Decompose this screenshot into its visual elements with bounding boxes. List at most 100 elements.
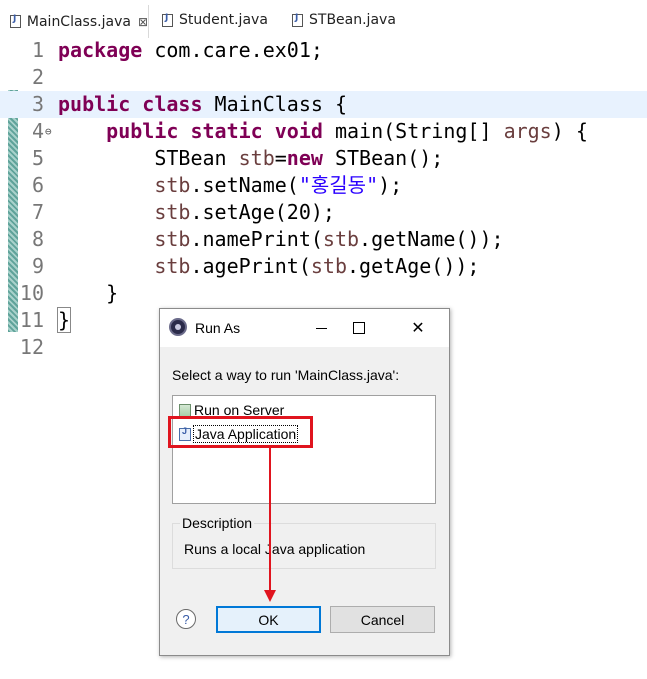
dialog-title: Run As bbox=[195, 320, 241, 336]
code-text: } bbox=[58, 280, 118, 307]
code-line[interactable]: 4 ⊖ public static void main(String[] args… bbox=[0, 118, 647, 145]
code-token: .setName( bbox=[190, 173, 299, 197]
maximize-icon bbox=[353, 322, 365, 334]
line-number: 3 bbox=[31, 92, 44, 116]
code-text: } bbox=[56, 307, 72, 334]
code-text: stb.agePrint(stb.getAge()); bbox=[58, 253, 479, 280]
code-token: } bbox=[58, 281, 119, 305]
code-line[interactable]: 5 STBean stb=new STBean(); bbox=[0, 145, 647, 172]
code-token: void bbox=[274, 119, 323, 143]
code-token: package bbox=[58, 38, 143, 62]
minimize-button[interactable] bbox=[308, 315, 334, 341]
tab-label: STBean.java bbox=[309, 12, 396, 28]
code-text: stb.setName("홍길동"); bbox=[58, 172, 402, 199]
code-line[interactable]: 2 bbox=[0, 64, 647, 91]
code-token: } bbox=[56, 307, 72, 333]
cancel-button[interactable]: Cancel bbox=[330, 606, 435, 633]
code-text: stb.setAge(20); bbox=[58, 199, 335, 226]
run-as-dialog: Run As ✕ Select a way to run 'MainClass.… bbox=[159, 308, 450, 656]
arrow-head-icon bbox=[264, 590, 276, 602]
code-token: main(String[] bbox=[322, 119, 504, 143]
code-token: STBean bbox=[58, 146, 239, 170]
code-token: stb bbox=[154, 227, 191, 251]
code-token: .getAge()); bbox=[347, 254, 480, 278]
line-number: 8 bbox=[31, 227, 44, 251]
code-token: ) { bbox=[551, 119, 588, 143]
line-number: 4 bbox=[31, 119, 44, 143]
code-token: stb bbox=[154, 173, 191, 197]
code-text: public static void main(String[] args) { bbox=[58, 118, 588, 145]
line-number: 6 bbox=[31, 173, 44, 197]
code-token: args bbox=[503, 119, 552, 143]
java-file-icon bbox=[10, 14, 21, 28]
code-token: stb bbox=[154, 200, 191, 224]
maximize-button[interactable] bbox=[346, 315, 372, 341]
help-icon[interactable]: ? bbox=[176, 609, 196, 629]
code-token: MainClass { bbox=[202, 92, 348, 116]
line-number: 9 bbox=[31, 254, 44, 278]
dialog-prompt: Select a way to run 'MainClass.java': bbox=[172, 367, 400, 383]
code-line[interactable]: 10 } bbox=[0, 280, 647, 307]
code-line[interactable]: 8 stb.namePrint(stb.getName()); bbox=[0, 226, 647, 253]
code-token: public bbox=[106, 119, 179, 143]
java-file-icon bbox=[292, 13, 303, 27]
code-line[interactable]: 6 stb.setName("홍길동"); bbox=[0, 172, 647, 199]
code-token: ); bbox=[378, 173, 403, 197]
close-tab-icon[interactable]: ⊠ bbox=[138, 15, 148, 29]
code-token: "홍길동" bbox=[298, 173, 379, 197]
fold-icon[interactable]: ⊖ bbox=[45, 118, 52, 145]
ok-button[interactable]: OK bbox=[216, 606, 321, 633]
code-text: STBean stb=new STBean(); bbox=[58, 145, 443, 172]
code-token: stb bbox=[310, 254, 347, 278]
code-line[interactable]: 1 package com.care.ex01; bbox=[0, 37, 647, 64]
code-text: stb.namePrint(stb.getName()); bbox=[58, 226, 504, 253]
close-button[interactable]: ✕ bbox=[405, 315, 431, 341]
annotation-arrow bbox=[269, 448, 271, 592]
launch-options-list[interactable]: Run on Server Java Application bbox=[172, 395, 436, 504]
line-number: 1 bbox=[31, 38, 44, 62]
tab-mainclass[interactable]: MainClass.java ⊠ bbox=[0, 5, 149, 38]
editor-tab-bar: MainClass.java ⊠ Student.java STBean.jav… bbox=[0, 0, 647, 38]
code-line[interactable]: 9 stb.agePrint(stb.getAge()); bbox=[0, 253, 647, 280]
line-number: 12 bbox=[19, 335, 44, 359]
tab-stbean[interactable]: STBean.java bbox=[288, 7, 396, 33]
code-token: .getName()); bbox=[359, 227, 504, 251]
tab-label: Student.java bbox=[179, 12, 268, 28]
code-token: = bbox=[274, 146, 287, 170]
code-token: public bbox=[58, 92, 131, 116]
code-token: new bbox=[286, 146, 323, 170]
line-number: 7 bbox=[31, 200, 44, 224]
code-token: stb bbox=[322, 227, 360, 251]
code-text: package com.care.ex01; bbox=[58, 37, 323, 64]
code-token: com.care.ex01; bbox=[142, 38, 323, 62]
java-file-icon bbox=[162, 13, 173, 27]
line-number: 10 bbox=[19, 281, 44, 305]
line-number: 2 bbox=[31, 65, 44, 89]
dialog-titlebar: Run As ✕ bbox=[160, 309, 449, 347]
code-token: stb bbox=[238, 146, 275, 170]
code-token: static bbox=[190, 119, 263, 143]
code-token: class bbox=[142, 92, 203, 116]
code-text: public class MainClass { bbox=[58, 91, 347, 118]
server-icon bbox=[179, 403, 191, 417]
code-line[interactable]: 3 public class MainClass { bbox=[0, 91, 647, 118]
code-token: stb bbox=[154, 254, 191, 278]
line-number: 5 bbox=[31, 146, 44, 170]
code-token: STBean(); bbox=[322, 146, 444, 170]
highlight-box bbox=[168, 416, 313, 448]
tab-label: MainClass.java bbox=[26, 13, 131, 30]
description-title: Description bbox=[180, 515, 255, 531]
code-token: .setAge(20); bbox=[190, 200, 335, 224]
tab-student[interactable]: Student.java bbox=[158, 7, 268, 33]
description-text: Runs a local Java application bbox=[184, 541, 366, 557]
line-number: 11 bbox=[19, 308, 44, 332]
code-line[interactable]: 7 stb.setAge(20); bbox=[0, 199, 647, 226]
